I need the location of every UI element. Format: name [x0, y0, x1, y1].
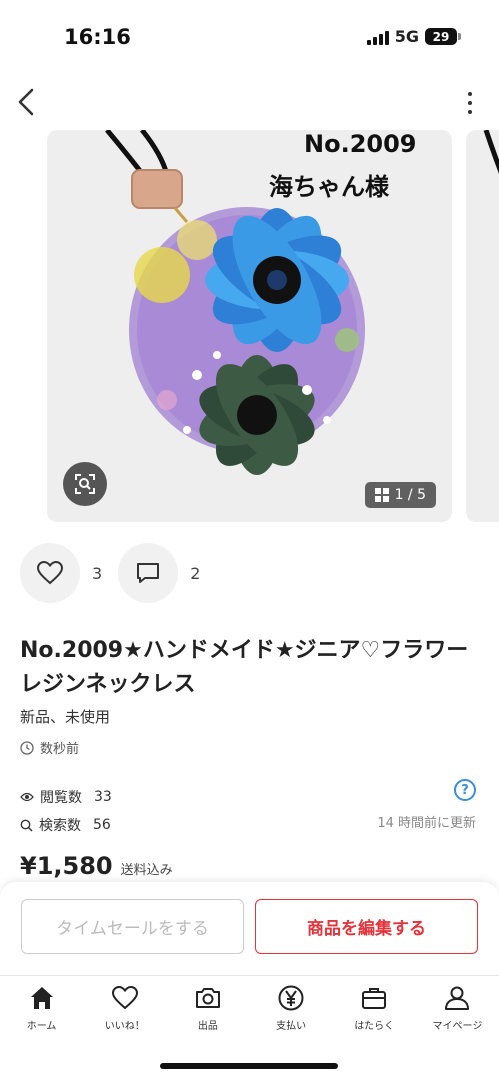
edit-item-button[interactable]: 商品を編集する [255, 899, 478, 954]
clock-icon [20, 740, 34, 755]
product-image[interactable]: No.2009 海ちゃん様 1 / 5 [47, 130, 452, 522]
person-icon [445, 986, 470, 1010]
back-button[interactable] [12, 86, 42, 118]
comment-count: 2 [190, 563, 201, 583]
network-label: 5G [394, 27, 419, 46]
tab-bar: ホーム いいね！ 出品 支払い はたらく マイページ [0, 975, 499, 1045]
overlay-number: No.2009 [304, 130, 417, 158]
price-value: ¥1,580 [20, 852, 113, 880]
next-image-preview[interactable] [466, 130, 499, 522]
grid-icon [374, 488, 389, 502]
overlay-name: 海ちゃん様 [269, 173, 389, 201]
bottom-action-panel: タイムセールをする 商品を編集する [0, 882, 499, 978]
image-counter[interactable]: 1 / 5 [364, 482, 436, 508]
image-search-button[interactable] [63, 462, 107, 506]
tab-label: 支払い [276, 1021, 307, 1032]
tab-label: はたらく [354, 1021, 395, 1032]
comment-button[interactable] [118, 543, 179, 603]
item-condition: 新品、未使用 [20, 708, 111, 726]
heart-icon [111, 985, 138, 1010]
like-button[interactable] [20, 543, 80, 603]
tab-likes[interactable]: いいね！ [83, 976, 166, 1045]
more-options-button[interactable] [465, 92, 475, 114]
posted-time: 数秒前 [20, 738, 79, 757]
briefcase-icon [362, 988, 387, 1009]
more-dot [468, 110, 472, 114]
image-counter-text: 1 / 5 [394, 487, 426, 503]
action-row: 3 2 [20, 543, 216, 603]
camera-icon [195, 988, 220, 1008]
eye-icon [20, 792, 34, 802]
more-dot [468, 101, 472, 105]
tab-mypage[interactable]: マイページ [416, 976, 499, 1045]
item-title: No.2009★ハンドメイド★ジニア♡フラワーレジンネックレス [20, 638, 469, 697]
searches-row: 検索数 56 [20, 811, 112, 839]
next-image-peek [483, 130, 499, 174]
views-row: 閲覧数 33 [20, 783, 112, 811]
tab-home[interactable]: ホーム [0, 976, 83, 1045]
necklace-image [105, 130, 365, 475]
more-dot [468, 92, 472, 96]
tab-label: ホーム [26, 1021, 57, 1032]
updated-time: 14 時間前に更新 [377, 816, 476, 831]
price: ¥1,580 送料込み [20, 852, 173, 880]
tab-payment[interactable]: 支払い [250, 976, 333, 1045]
help-icon[interactable]: ? [454, 779, 476, 801]
status-bar: 16:16 5G 29 [0, 0, 499, 70]
searches-label: 検索数 [39, 818, 81, 834]
heart-icon [37, 561, 63, 585]
posted-time-text: 数秒前 [40, 742, 80, 757]
tab-label: 出品 [197, 1021, 218, 1032]
image-search-icon [75, 474, 95, 494]
shipping-note: 送料込み [120, 863, 173, 878]
tab-label: いいね！ [104, 1021, 145, 1032]
search-icon [20, 819, 33, 831]
signal-icon [366, 29, 389, 45]
views-count: 33 [94, 789, 112, 805]
stats: 閲覧数 33 検索数 56 [20, 783, 112, 839]
tab-label: マイページ [432, 1021, 483, 1032]
searches-count: 56 [93, 817, 111, 833]
home-indicator [160, 1063, 338, 1069]
tab-work[interactable]: はたらく [333, 976, 416, 1045]
like-count: 3 [92, 563, 103, 583]
comment-icon [137, 563, 160, 583]
status-time: 16:16 [64, 25, 131, 49]
home-icon [30, 987, 53, 1009]
timesale-button[interactable]: タイムセールをする [21, 899, 244, 954]
views-label: 閲覧数 [40, 790, 82, 806]
yen-icon [278, 985, 304, 1011]
chevron-left-icon [18, 88, 34, 116]
battery-icon: 29 [425, 28, 461, 45]
status-indicators: 5G 29 [366, 27, 461, 46]
battery-level: 29 [432, 29, 450, 44]
tab-sell[interactable]: 出品 [166, 976, 249, 1045]
